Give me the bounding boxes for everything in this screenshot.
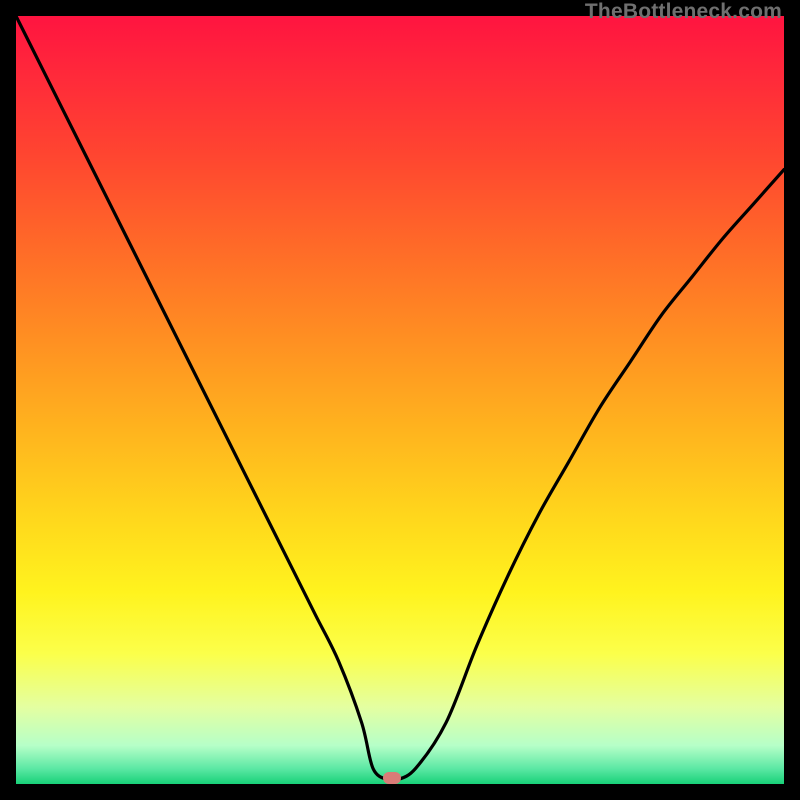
watermark-text: TheBottleneck.com bbox=[585, 0, 782, 24]
chart-frame: TheBottleneck.com bbox=[0, 0, 800, 800]
minimum-marker bbox=[383, 772, 401, 784]
curve-path bbox=[16, 16, 784, 782]
bottleneck-curve bbox=[16, 16, 784, 784]
plot-area bbox=[16, 16, 784, 784]
